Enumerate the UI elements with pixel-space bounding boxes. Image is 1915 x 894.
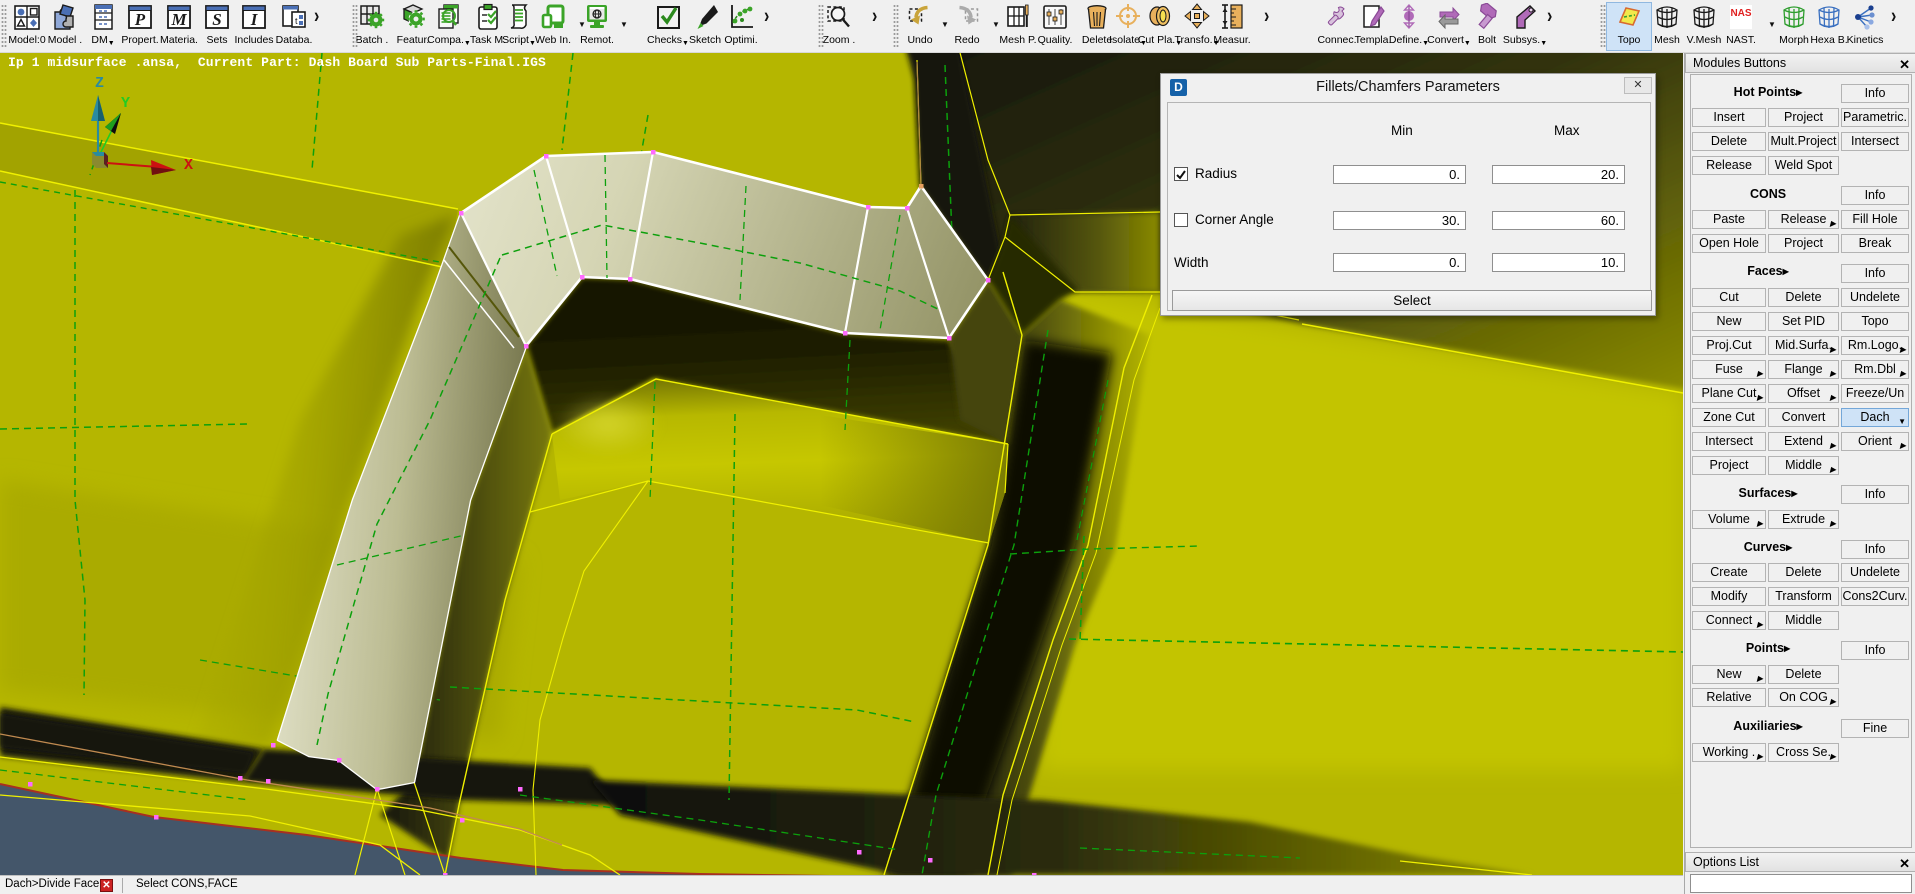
svg-text:X: X	[184, 157, 193, 174]
svg-text:Z: Z	[95, 75, 104, 92]
svg-text:M: M	[170, 10, 187, 29]
svg-text:S: S	[212, 10, 221, 29]
svg-text:Y: Y	[121, 95, 130, 112]
svg-text:P: P	[134, 10, 146, 29]
svg-text:NAS: NAS	[1730, 8, 1751, 19]
